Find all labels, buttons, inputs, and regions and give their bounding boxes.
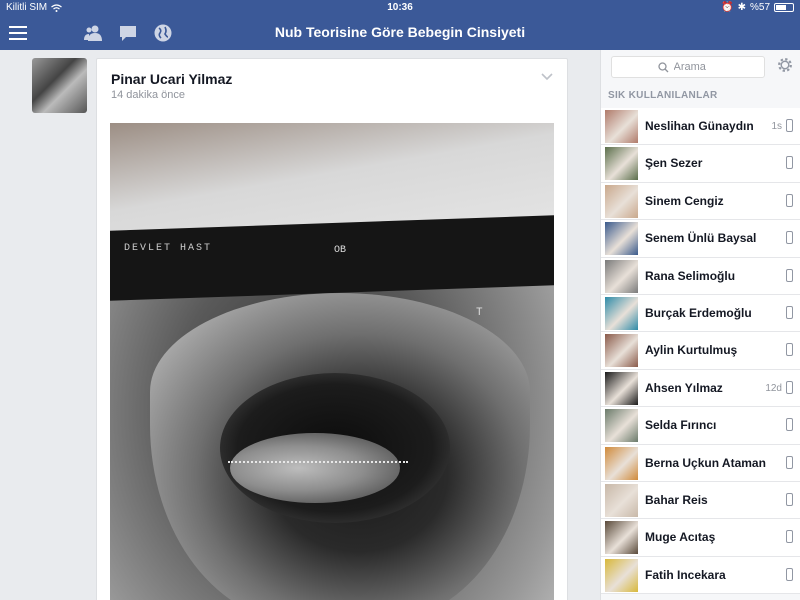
search-input[interactable] — [673, 61, 719, 73]
section-title: SIK KULLANILANLAR — [608, 90, 718, 101]
contact-list: Neslihan Günaydın 1s Şen Sezer Sinem Cengiz… — [601, 108, 800, 595]
contact-row[interactable]: Burçak Erdemoğlu — [601, 294, 800, 333]
post-photo[interactable]: DEVLET HAST OB T — [110, 123, 554, 600]
contact-row[interactable]: Berna Uçkun Ataman — [601, 444, 800, 482]
clock: 10:36 — [387, 2, 413, 13]
mobile-icon — [786, 305, 793, 319]
contact-name: Şen Sezer — [645, 156, 703, 171]
contact-row[interactable]: Sinem Cengiz — [601, 182, 800, 221]
contact-name: Fatih Incekara — [645, 567, 726, 582]
mobile-icon — [786, 268, 793, 282]
photo-band-text: DEVLET HAST — [124, 243, 213, 254]
contact-name: Muge Acıtaş — [645, 530, 716, 545]
contact-row[interactable]: Şen Sezer — [601, 145, 800, 183]
contact-name: Berna Uçkun Ataman — [645, 455, 766, 470]
contact-name: Rana Selimoğlu — [645, 268, 736, 283]
contact-row[interactable]: Selda Fırıncı — [601, 407, 800, 445]
contact-last-active: 12d — [765, 382, 782, 394]
photo-ob-label: OB — [334, 245, 347, 256]
contact-avatar — [605, 334, 638, 368]
contact-row[interactable]: Aylin Kurtulmuş — [601, 332, 800, 370]
contact-name: Selda Fırıncı — [645, 418, 717, 433]
contact-row[interactable]: Neslihan Günaydın 1s — [601, 108, 800, 146]
alarm-icon: ⏰ — [721, 2, 734, 13]
chevron-down-icon[interactable] — [541, 73, 553, 81]
contact-avatar — [605, 558, 638, 592]
photo-dark-band — [110, 215, 554, 301]
contact-avatar — [605, 371, 638, 405]
mobile-icon — [786, 119, 793, 132]
contact-row[interactable]: Rana Selimoğlu — [601, 257, 800, 295]
contact-avatar — [605, 110, 638, 143]
top-bar: Kilitli SIM 10:36 ⏰ ✱ %57 Nub Teorisine … — [0, 0, 800, 50]
contact-row[interactable]: Muge Acıtaş — [601, 519, 800, 557]
contact-name: Neslihan Günaydın — [645, 119, 754, 133]
post-author[interactable]: Pinar Ucari Yilmaz — [111, 71, 232, 87]
mobile-icon — [786, 231, 793, 245]
measurement-line — [228, 461, 408, 463]
mobile-icon — [786, 492, 793, 506]
page-title: Nub Teorisine Göre Bebegin Cinsiyeti — [274, 24, 526, 40]
search-icon — [657, 61, 668, 72]
post-time[interactable]: 14 dakika önce — [111, 89, 185, 101]
contact-name: Burçak Erdemoğlu — [645, 305, 752, 320]
status-right: ⏰ ✱ %57 — [721, 2, 794, 13]
mobile-icon — [786, 567, 793, 581]
ultrasound-fetus — [230, 433, 400, 503]
search-box[interactable] — [611, 56, 765, 78]
contact-row[interactable]: Fatih Incekara — [601, 556, 800, 595]
contact-name: Ahsen Yılmaz — [645, 380, 723, 395]
mobile-icon — [786, 380, 793, 394]
contact-row[interactable]: Senem Ünlü Baysal — [601, 220, 800, 258]
contact-avatar — [605, 409, 638, 443]
contact-name: Sinem Cengiz — [645, 193, 724, 208]
contact-avatar — [605, 222, 638, 256]
bluetooth-icon: ✱ — [737, 2, 746, 13]
gear-icon[interactable] — [776, 56, 794, 74]
contact-avatar — [605, 446, 638, 480]
contact-name: Bahar Reis — [645, 492, 708, 507]
contact-avatar — [605, 259, 638, 293]
contact-row[interactable]: Bahar Reis — [601, 481, 800, 520]
contact-avatar — [605, 147, 638, 181]
battery-icon — [774, 3, 794, 12]
chat-sidebar: SIK KULLANILANLAR Neslihan Günaydın 1s Şen… — [600, 50, 800, 600]
contact-avatar — [605, 296, 638, 330]
mobile-icon — [786, 193, 793, 207]
contact-avatar — [605, 184, 638, 218]
photo-t-label: T — [476, 307, 483, 319]
contact-name: Aylin Kurtulmuş — [645, 343, 738, 358]
status-bar: Kilitli SIM 10:36 ⏰ ✱ %57 — [0, 0, 800, 16]
mobile-icon — [786, 156, 793, 170]
contact-avatar — [605, 483, 638, 517]
mobile-icon — [786, 455, 793, 469]
post-card: Pinar Ucari Yilmaz 14 dakika önce DEVLET… — [96, 58, 568, 600]
contact-last-active: 1s — [771, 121, 782, 132]
mobile-icon — [786, 418, 793, 432]
author-avatar[interactable] — [32, 58, 87, 113]
contact-name: Senem Ünlü Baysal — [645, 231, 757, 246]
mobile-icon — [786, 343, 793, 357]
contact-avatar — [605, 521, 638, 555]
contact-row[interactable]: Ahsen Yılmaz 12d — [601, 369, 800, 408]
mobile-icon — [786, 530, 793, 544]
battery-percent: %57 — [749, 2, 770, 13]
